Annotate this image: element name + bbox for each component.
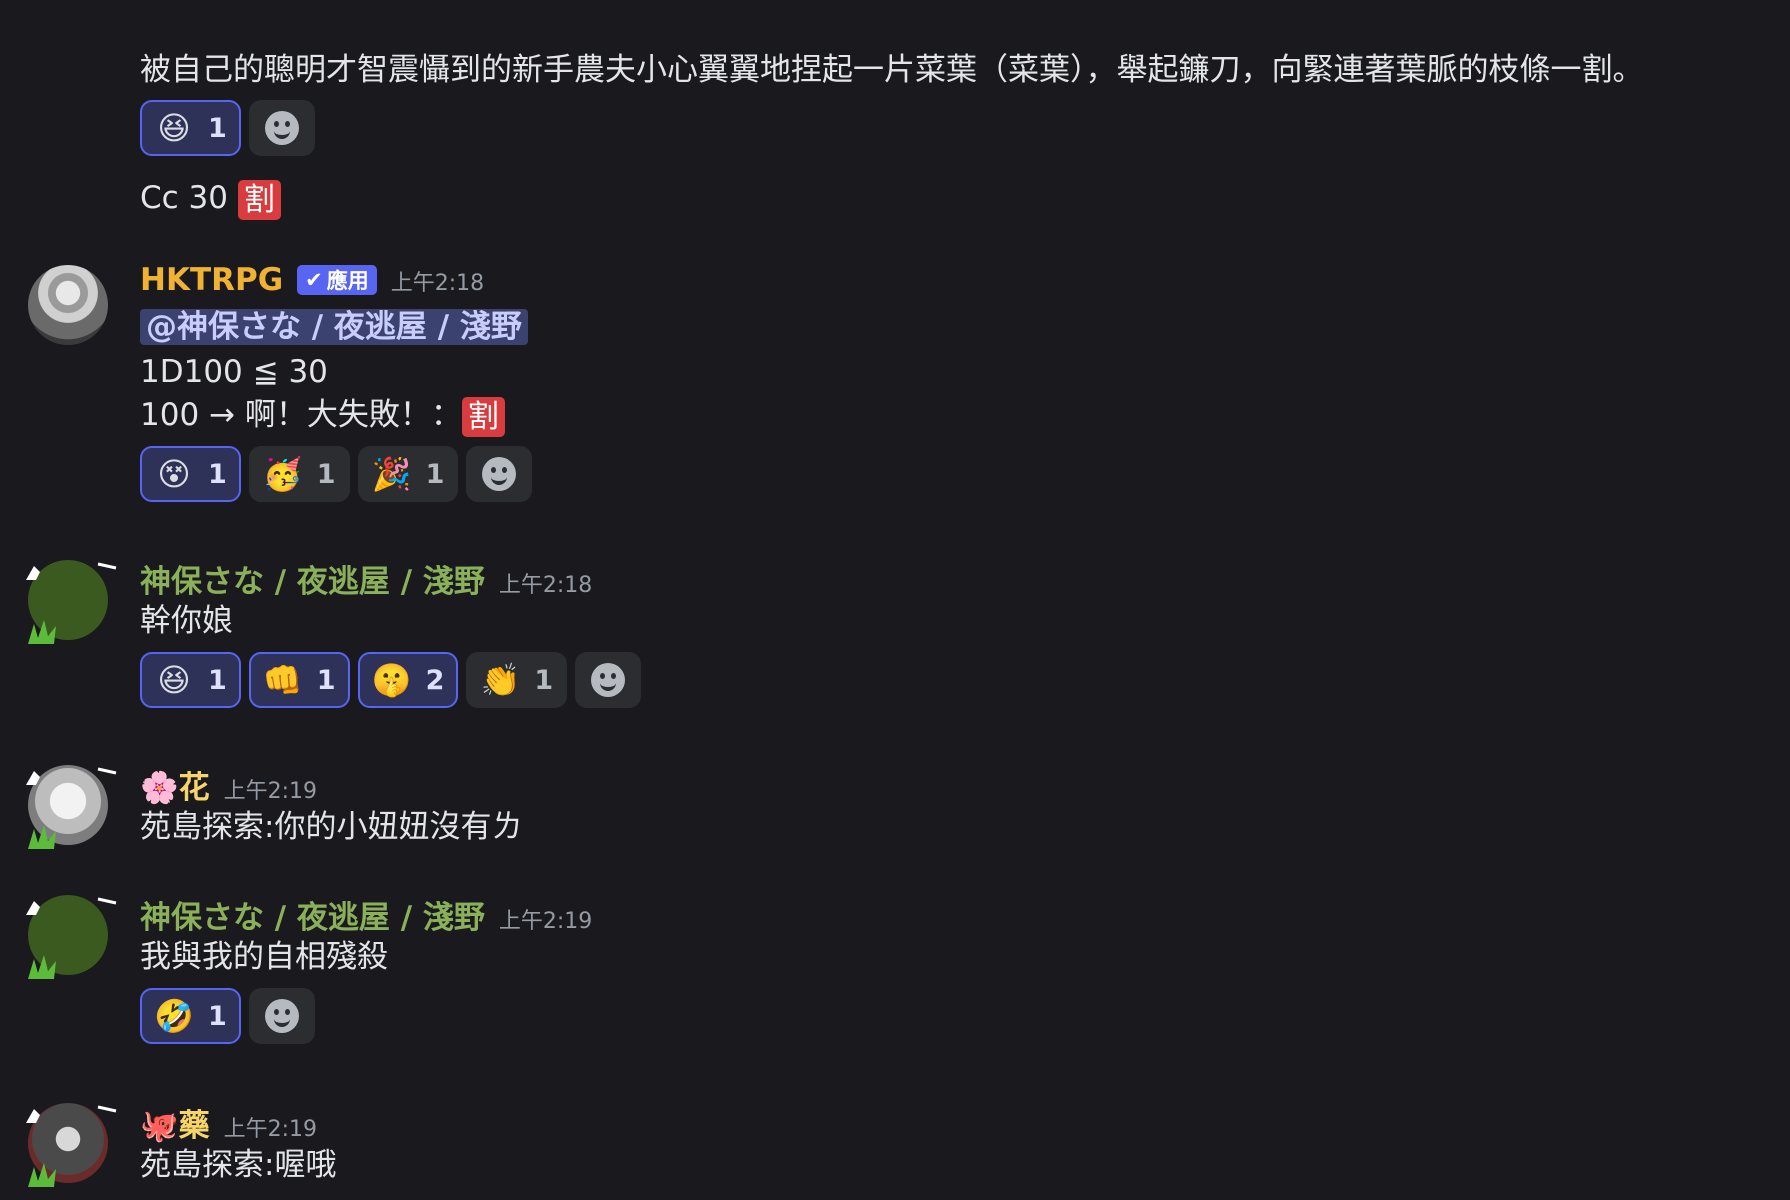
smile-icon (591, 663, 626, 697)
add-reaction-button[interactable] (466, 446, 533, 502)
reaction-count: 1 (425, 458, 445, 490)
author-name-text: 藥 (178, 1108, 210, 1144)
app-badge: ✔ 應用 (297, 265, 377, 295)
reaction-button[interactable]: 🤣 1 (140, 988, 241, 1044)
user-avatar[interactable] (28, 765, 108, 845)
reaction-button[interactable]: 👏 1 (466, 652, 568, 708)
reaction-count: 1 (208, 1000, 227, 1032)
user-avatar[interactable] (28, 895, 108, 975)
smile-icon (482, 457, 517, 491)
reaction-count: 1 (208, 664, 227, 696)
message-header: HKTRPG ✔ 應用 上午2:18 (140, 262, 484, 298)
reaction-button[interactable]: 😵 1 (140, 446, 241, 502)
message-text: 苑島探索:喔哦 (140, 1147, 337, 1183)
reaction-button[interactable]: 🎉 1 (357, 446, 459, 502)
owl-avatar-icon[interactable] (28, 265, 108, 345)
reaction-bar: 🤣 1 (140, 988, 315, 1044)
reaction-count: 1 (534, 664, 554, 696)
message-header: 🌸花 上午2:19 (140, 762, 317, 807)
author-name[interactable]: HKTRPG (140, 262, 283, 298)
user-avatar[interactable] (28, 560, 108, 640)
add-reaction-button[interactable] (248, 100, 315, 156)
command-tag: 割 (461, 396, 505, 437)
message-text: 幹你娘 (140, 603, 233, 639)
message-text: 我與我的自相殘殺 (140, 939, 388, 975)
reaction-button[interactable]: 🤫 2 (357, 652, 459, 708)
message-header: 神保さな / 夜逃屋 / 淺野 上午2:18 (140, 556, 592, 601)
timestamp: 上午2:18 (390, 271, 485, 296)
clapping-hands-emoji-icon: 👏 (480, 661, 521, 699)
user-mention[interactable]: @神保さな / 夜逃屋 / 淺野 (140, 309, 528, 345)
user-avatar[interactable] (28, 1103, 108, 1183)
author-name[interactable]: 🐙藥 (140, 1100, 210, 1145)
reaction-button[interactable]: 🥳 1 (248, 446, 350, 502)
party-popper-emoji-icon: 🎉 (371, 455, 412, 493)
reaction-count: 2 (425, 664, 445, 696)
reaction-count: 1 (208, 458, 227, 490)
command-tag: 割 (237, 179, 281, 220)
message-text: @神保さな / 夜逃屋 / 淺野 (140, 307, 528, 347)
timestamp: 上午2:18 (498, 573, 593, 598)
reaction-button[interactable]: 😆 1 (140, 652, 241, 708)
reaction-count: 1 (316, 664, 336, 696)
author-name[interactable]: 神保さな / 夜逃屋 / 淺野 (140, 892, 485, 937)
author-name[interactable]: 🌸花 (140, 762, 210, 807)
app-badge-label: 應用 (326, 269, 369, 293)
message-text: 1D100 ≦ 30 (140, 354, 328, 390)
message-header: 🐙藥 上午2:19 (140, 1100, 317, 1145)
reaction-bar: 😵 1 🥳 1 🎉 1 (140, 446, 533, 502)
add-reaction-button[interactable] (248, 988, 315, 1044)
timestamp: 上午2:19 (498, 909, 593, 934)
result-text: 100 → 啊！大失敗！： (140, 397, 462, 433)
message-text: 100 → 啊！大失敗！：割 (140, 395, 505, 437)
reaction-count: 1 (316, 458, 336, 490)
flower-emoji-icon: 🌸 (140, 770, 179, 806)
reaction-count: 1 (208, 112, 227, 144)
dizzy-face-emoji-icon: 😵 (157, 455, 191, 493)
smile-icon (264, 111, 299, 145)
laughing-emoji-icon: 😆 (157, 109, 191, 147)
add-reaction-button[interactable] (575, 652, 642, 708)
octopus-emoji-icon: 🐙 (140, 1108, 179, 1144)
command-text: Cc 30 (140, 180, 228, 216)
timestamp: 上午2:19 (223, 1117, 318, 1142)
smile-icon (264, 999, 299, 1033)
author-name-text: 花 (178, 770, 210, 806)
fist-bump-emoji-icon: 👊 (262, 661, 303, 699)
reaction-button[interactable]: 👊 1 (248, 652, 350, 708)
rolling-laughing-emoji-icon: 🤣 (154, 997, 194, 1035)
message-text: 苑島探索:你的小妞妞沒有ㄌ (140, 809, 523, 845)
party-face-emoji-icon: 🥳 (262, 455, 303, 493)
laughing-emoji-icon: 😆 (157, 661, 191, 699)
reaction-bar: 😆 1 👊 1 🤫 2 👏 1 (140, 652, 642, 708)
message-text: 被自己的聰明才智震懾到的新手農夫小心翼翼地捏起一片菜葉（菜葉），舉起鐮刀，向緊連… (140, 52, 1644, 88)
timestamp: 上午2:19 (223, 779, 318, 804)
reaction-button[interactable]: 😆 1 (140, 100, 241, 156)
reaction-bar: 😆 1 (140, 100, 315, 156)
checkmark-icon: ✔ (305, 268, 323, 292)
message-text: Cc 30 割 (140, 178, 281, 220)
author-name[interactable]: 神保さな / 夜逃屋 / 淺野 (140, 556, 485, 601)
shushing-face-emoji-icon: 🤫 (371, 661, 412, 699)
message-header: 神保さな / 夜逃屋 / 淺野 上午2:19 (140, 892, 592, 937)
